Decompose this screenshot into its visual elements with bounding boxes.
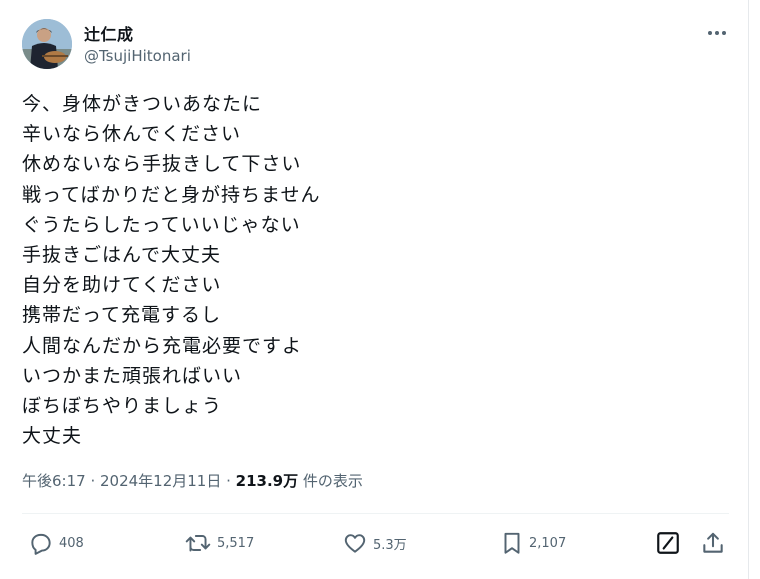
tweet-line: 手抜きごはんで大丈夫 xyxy=(22,244,222,267)
reply-count: 408 xyxy=(59,535,84,551)
grok-button[interactable] xyxy=(655,528,681,558)
view-count: 213.9万 xyxy=(235,472,299,490)
user-handle[interactable]: @TsujiHitonari xyxy=(84,47,191,65)
retweet-count: 5,517 xyxy=(217,535,255,551)
tweet-line: ぐうたらしたっていいじゃない xyxy=(22,213,301,236)
tweet-line: いつかまた頑張ればいい xyxy=(22,364,243,387)
meta-separator: · xyxy=(85,472,100,490)
more-icon[interactable] xyxy=(704,22,730,44)
like-button[interactable]: 5.3万 xyxy=(342,528,407,558)
reply-button[interactable]: 408 xyxy=(28,528,84,558)
retweet-button[interactable]: 5,517 xyxy=(184,528,254,558)
tweet-line: 自分を助けてください xyxy=(22,274,222,297)
tweet-line: 携帯だって充電するし xyxy=(22,304,222,327)
tweet-meta: 午後6:17 · 2024年12月11日 · 213.9万 件の表示 xyxy=(22,470,363,491)
view-count-label: 件の表示 xyxy=(298,472,363,490)
bookmark-count: 2,107 xyxy=(529,535,567,551)
divider xyxy=(22,513,729,514)
bookmark-button[interactable]: 2,107 xyxy=(500,528,566,558)
tweet-date[interactable]: 2024年12月11日 xyxy=(100,472,221,490)
like-icon xyxy=(344,534,366,553)
tweet-line: 休めないなら手抜きして下さい xyxy=(22,153,302,176)
reply-icon xyxy=(31,533,51,555)
grok-icon xyxy=(657,532,679,554)
display-name[interactable]: 辻仁成 xyxy=(84,21,134,45)
tweet-card: 辻仁成 @TsujiHitonari 今、身体がきついあなたに 辛いなら休んでく… xyxy=(0,0,749,579)
tweet-time[interactable]: 午後6:17 xyxy=(22,472,86,490)
tweet-line: 辛いなら休んでください xyxy=(22,123,242,146)
retweet-icon xyxy=(185,535,211,552)
tweet-line: 人間なんだから充電必要ですよ xyxy=(22,334,303,357)
share-button[interactable] xyxy=(700,528,726,558)
like-count: 5.3万 xyxy=(373,537,407,553)
meta-separator: · xyxy=(221,472,236,490)
tweet-line: 戦ってばかりだと身が持ちません xyxy=(22,183,321,206)
share-icon xyxy=(703,532,723,553)
bookmark-icon xyxy=(504,532,520,554)
tweet-line: 今、身体がきついあなたに xyxy=(22,93,263,115)
tweet-line: 大丈夫 xyxy=(22,425,83,448)
tweet-line: ぼちぼちやりましょう xyxy=(22,395,223,418)
avatar[interactable] xyxy=(22,19,72,69)
tweet-text: 今、身体がきついあなたに 辛いなら休んでください 休めないなら手抜きして下さい … xyxy=(22,89,722,451)
